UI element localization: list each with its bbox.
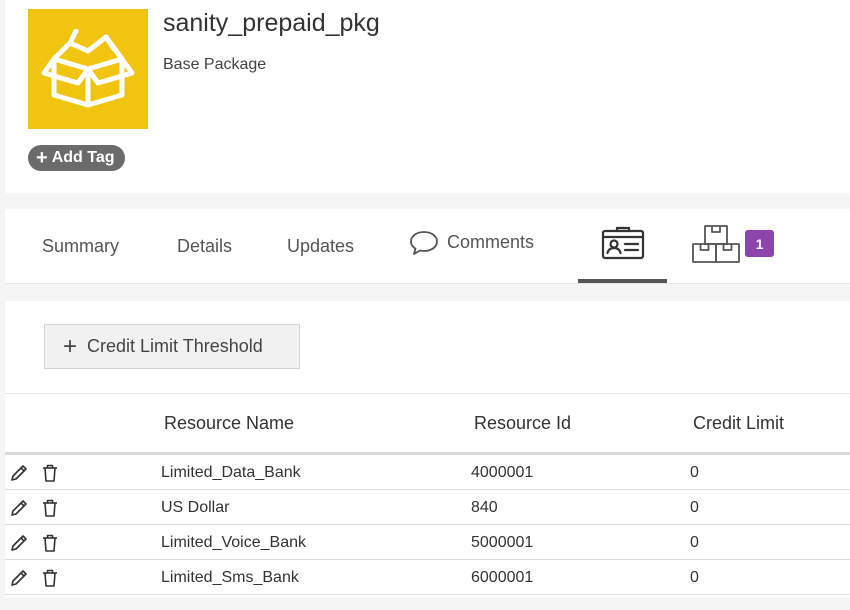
add-tag-button[interactable]: + Add Tag bbox=[28, 145, 125, 171]
table-row: Limited_Voice_Bank 5000001 0 bbox=[5, 525, 850, 560]
package-logo bbox=[28, 9, 148, 129]
table-row: Limited_Data_Bank 4000001 0 bbox=[5, 455, 850, 490]
tab-details-label: Details bbox=[177, 236, 233, 256]
package-title: sanity_prepaid_pkg bbox=[163, 9, 380, 37]
table-row: Limited_Sms_Bank 6000001 0 bbox=[5, 560, 850, 595]
resource-name: Limited_Data_Bank bbox=[161, 463, 301, 481]
trash-icon[interactable] bbox=[40, 568, 60, 588]
credit-limit-panel: + Credit Limit Threshold Resource Name R… bbox=[5, 301, 850, 597]
resource-name: Limited_Sms_Bank bbox=[161, 568, 299, 586]
edit-pencil-icon[interactable] bbox=[9, 498, 29, 518]
column-header-resource-name[interactable]: Resource Name bbox=[164, 413, 294, 434]
credit-limit: 0 bbox=[690, 568, 699, 586]
open-box-icon bbox=[41, 29, 135, 108]
divider bbox=[5, 393, 850, 394]
trash-icon[interactable] bbox=[40, 533, 60, 553]
resource-id: 6000001 bbox=[471, 568, 534, 586]
resource-id: 840 bbox=[471, 498, 498, 516]
tab-bar: Summary Details Updates Comments 1 bbox=[5, 209, 850, 284]
edit-pencil-icon[interactable] bbox=[9, 568, 29, 588]
edit-pencil-icon[interactable] bbox=[9, 533, 29, 553]
packages-count-badge: 1 bbox=[745, 230, 774, 257]
credit-limit: 0 bbox=[690, 533, 699, 551]
plus-icon: + bbox=[63, 332, 78, 360]
resource-id: 5000001 bbox=[471, 533, 534, 551]
tab-contact-card[interactable] bbox=[578, 205, 667, 280]
trash-icon[interactable] bbox=[40, 463, 60, 483]
tab-summary-label: Summary bbox=[42, 236, 120, 256]
package-header: sanity_prepaid_pkg Base Package + Add Ta… bbox=[5, 0, 850, 193]
trash-icon[interactable] bbox=[40, 498, 60, 518]
package-type: Base Package bbox=[163, 56, 267, 73]
column-header-resource-id[interactable]: Resource Id bbox=[474, 413, 571, 434]
add-tag-label: Add Tag bbox=[51, 149, 115, 166]
tab-updates[interactable]: Updates bbox=[287, 209, 354, 284]
credit-limit: 0 bbox=[690, 463, 699, 481]
tab-summary[interactable]: Summary bbox=[42, 209, 119, 284]
tab-packages[interactable]: 1 bbox=[691, 206, 774, 281]
comment-icon bbox=[410, 230, 438, 255]
tab-comments-label: Comments bbox=[447, 232, 535, 252]
table-row: US Dollar 840 0 bbox=[5, 490, 850, 525]
tab-updates-label: Updates bbox=[287, 236, 355, 256]
edit-pencil-icon[interactable] bbox=[9, 463, 29, 483]
column-header-credit-limit[interactable]: Credit Limit bbox=[693, 413, 784, 434]
credit-limit: 0 bbox=[690, 498, 699, 516]
plus-icon: + bbox=[36, 147, 48, 169]
boxes-icon bbox=[692, 224, 740, 263]
contact-card-icon bbox=[601, 226, 644, 259]
add-threshold-label: Credit Limit Threshold bbox=[87, 336, 263, 356]
add-credit-limit-threshold-button[interactable]: + Credit Limit Threshold bbox=[44, 324, 300, 369]
resource-name: US Dollar bbox=[161, 498, 230, 516]
tab-comments[interactable]: Comments bbox=[409, 205, 534, 280]
resource-id: 4000001 bbox=[471, 463, 534, 481]
tab-details[interactable]: Details bbox=[177, 209, 232, 284]
resource-name: Limited_Voice_Bank bbox=[161, 533, 306, 551]
active-tab-indicator bbox=[578, 279, 667, 283]
